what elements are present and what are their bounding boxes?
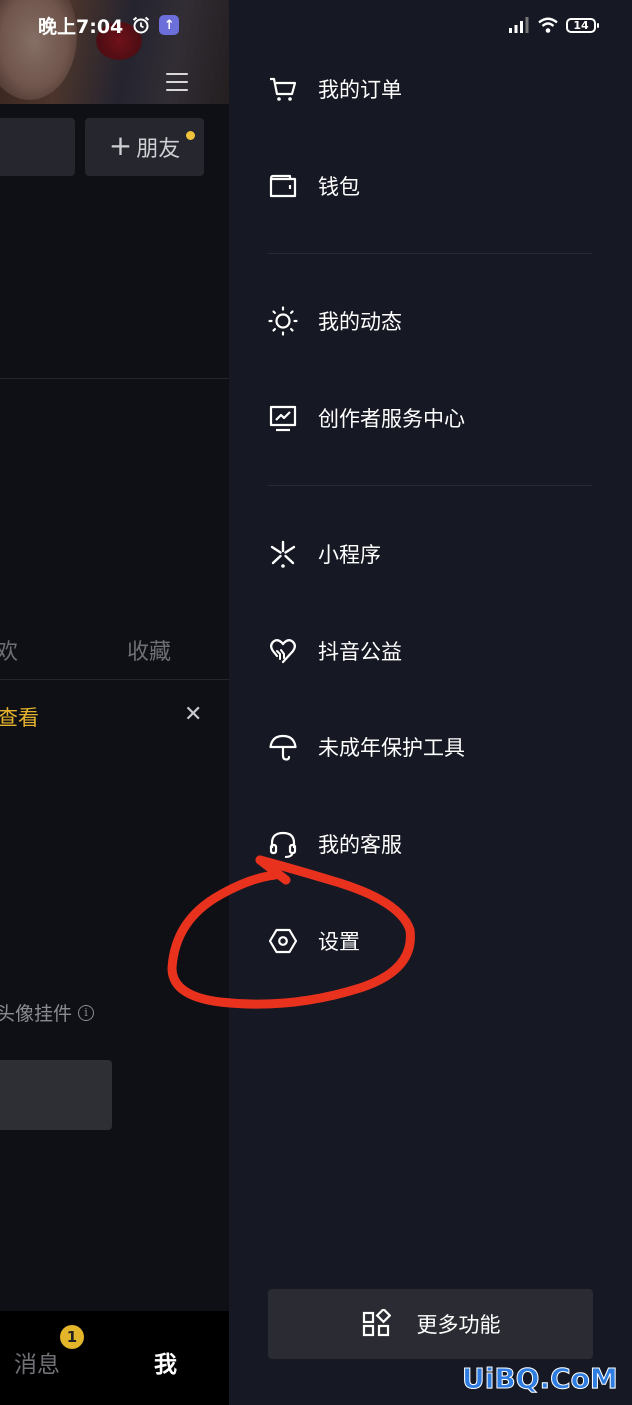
menu-item-minor-protection[interactable]: 未成年保护工具 (267, 727, 597, 767)
battery-icon: 14 (566, 17, 599, 33)
menu-item-my-orders[interactable]: 我的订单 (267, 69, 597, 109)
menu-item-mini-programs[interactable]: 小程序 (267, 534, 597, 574)
menu-item-my-moments[interactable]: 我的动态 (267, 301, 597, 341)
status-bar-right: 14 (508, 12, 599, 38)
menu-item-label: 我的客服 (318, 833, 402, 857)
menu-item-label: 设置 (318, 930, 360, 954)
hexagon-settings-icon (268, 928, 298, 954)
heart-hands-icon (270, 639, 296, 664)
nav-messages[interactable]: 消息 (14, 1345, 60, 1379)
sun-icon (268, 306, 298, 336)
menu-item-creator-center[interactable]: 创作者服务中心 (267, 398, 597, 438)
menu-item-settings[interactable]: 设置 (267, 921, 597, 961)
menu-item-charity[interactable]: 抖音公益 (267, 631, 597, 671)
cart-icon (270, 77, 297, 101)
side-drawer: 14 我的订单 钱包 我的动态 创作者服务中心 小程序 抖音公益 未成年保护工具… (229, 0, 632, 1405)
menu-item-label: 我的订单 (318, 78, 402, 102)
divider (0, 679, 229, 680)
add-friend-button[interactable]: + 朋友 (85, 118, 204, 176)
wallet-icon (269, 174, 297, 198)
umbrella-icon (269, 734, 297, 761)
monitor-chart-icon (269, 405, 297, 432)
close-icon[interactable]: ✕ (184, 704, 202, 726)
grid-apps-icon (362, 1309, 391, 1337)
battery-level: 14 (573, 18, 589, 32)
menu-item-customer-service[interactable]: 我的客服 (267, 824, 597, 864)
menu-item-label: 钱包 (318, 175, 360, 199)
menu-item-label: 创作者服务中心 (318, 407, 465, 431)
divider (268, 485, 592, 486)
avatar-widget-text: 头像挂件 (0, 1003, 73, 1025)
add-friend-label: 朋友 (136, 137, 181, 162)
messages-badge: 1 (60, 1325, 84, 1349)
more-features-label: 更多功能 (416, 1313, 501, 1337)
menu-item-label: 我的动态 (318, 310, 402, 334)
info-icon[interactable]: i (78, 1004, 95, 1021)
upload-arrow-icon: ↑ (159, 15, 180, 35)
tab-favorites[interactable]: 收藏 (127, 634, 171, 666)
menu-item-label: 未成年保护工具 (318, 736, 465, 760)
notification-dot (186, 131, 195, 140)
divider (0, 378, 229, 379)
hamburger-menu-icon[interactable] (166, 73, 188, 91)
status-bar-left: 晚上7:04 ↑ (38, 12, 180, 38)
alarm-clock-icon (133, 16, 150, 34)
status-time: 晚上7:04 (38, 15, 124, 38)
avatar-widget-label: 头像挂件 i (0, 999, 95, 1026)
menu-item-label: 小程序 (318, 543, 381, 567)
signal-icon (509, 17, 529, 33)
tab-likes[interactable]: 欢 (0, 634, 18, 666)
menu-item-label: 抖音公益 (318, 640, 402, 664)
more-features-button[interactable]: 更多功能 (268, 1289, 593, 1359)
menu-item-wallet[interactable]: 钱包 (267, 166, 597, 206)
profile-page-background: 晚上7:04 ↑ + 朋友 欢 收藏 查看 ✕ 头像挂件 i 消息 我 1 (0, 0, 229, 1405)
bottom-nav: 消息 我 (0, 1311, 229, 1405)
edit-profile-button[interactable] (0, 118, 75, 176)
plus-icon: + (108, 128, 133, 162)
wifi-icon (538, 17, 558, 33)
nav-me[interactable]: 我 (154, 1345, 177, 1379)
watermark: UiBQ.CoM (462, 1362, 619, 1396)
divider (268, 253, 592, 254)
gray-action-button[interactable] (0, 1060, 112, 1130)
notice-link[interactable]: 查看 (0, 702, 39, 732)
mini-program-icon (270, 540, 296, 568)
headset-icon (269, 831, 297, 858)
